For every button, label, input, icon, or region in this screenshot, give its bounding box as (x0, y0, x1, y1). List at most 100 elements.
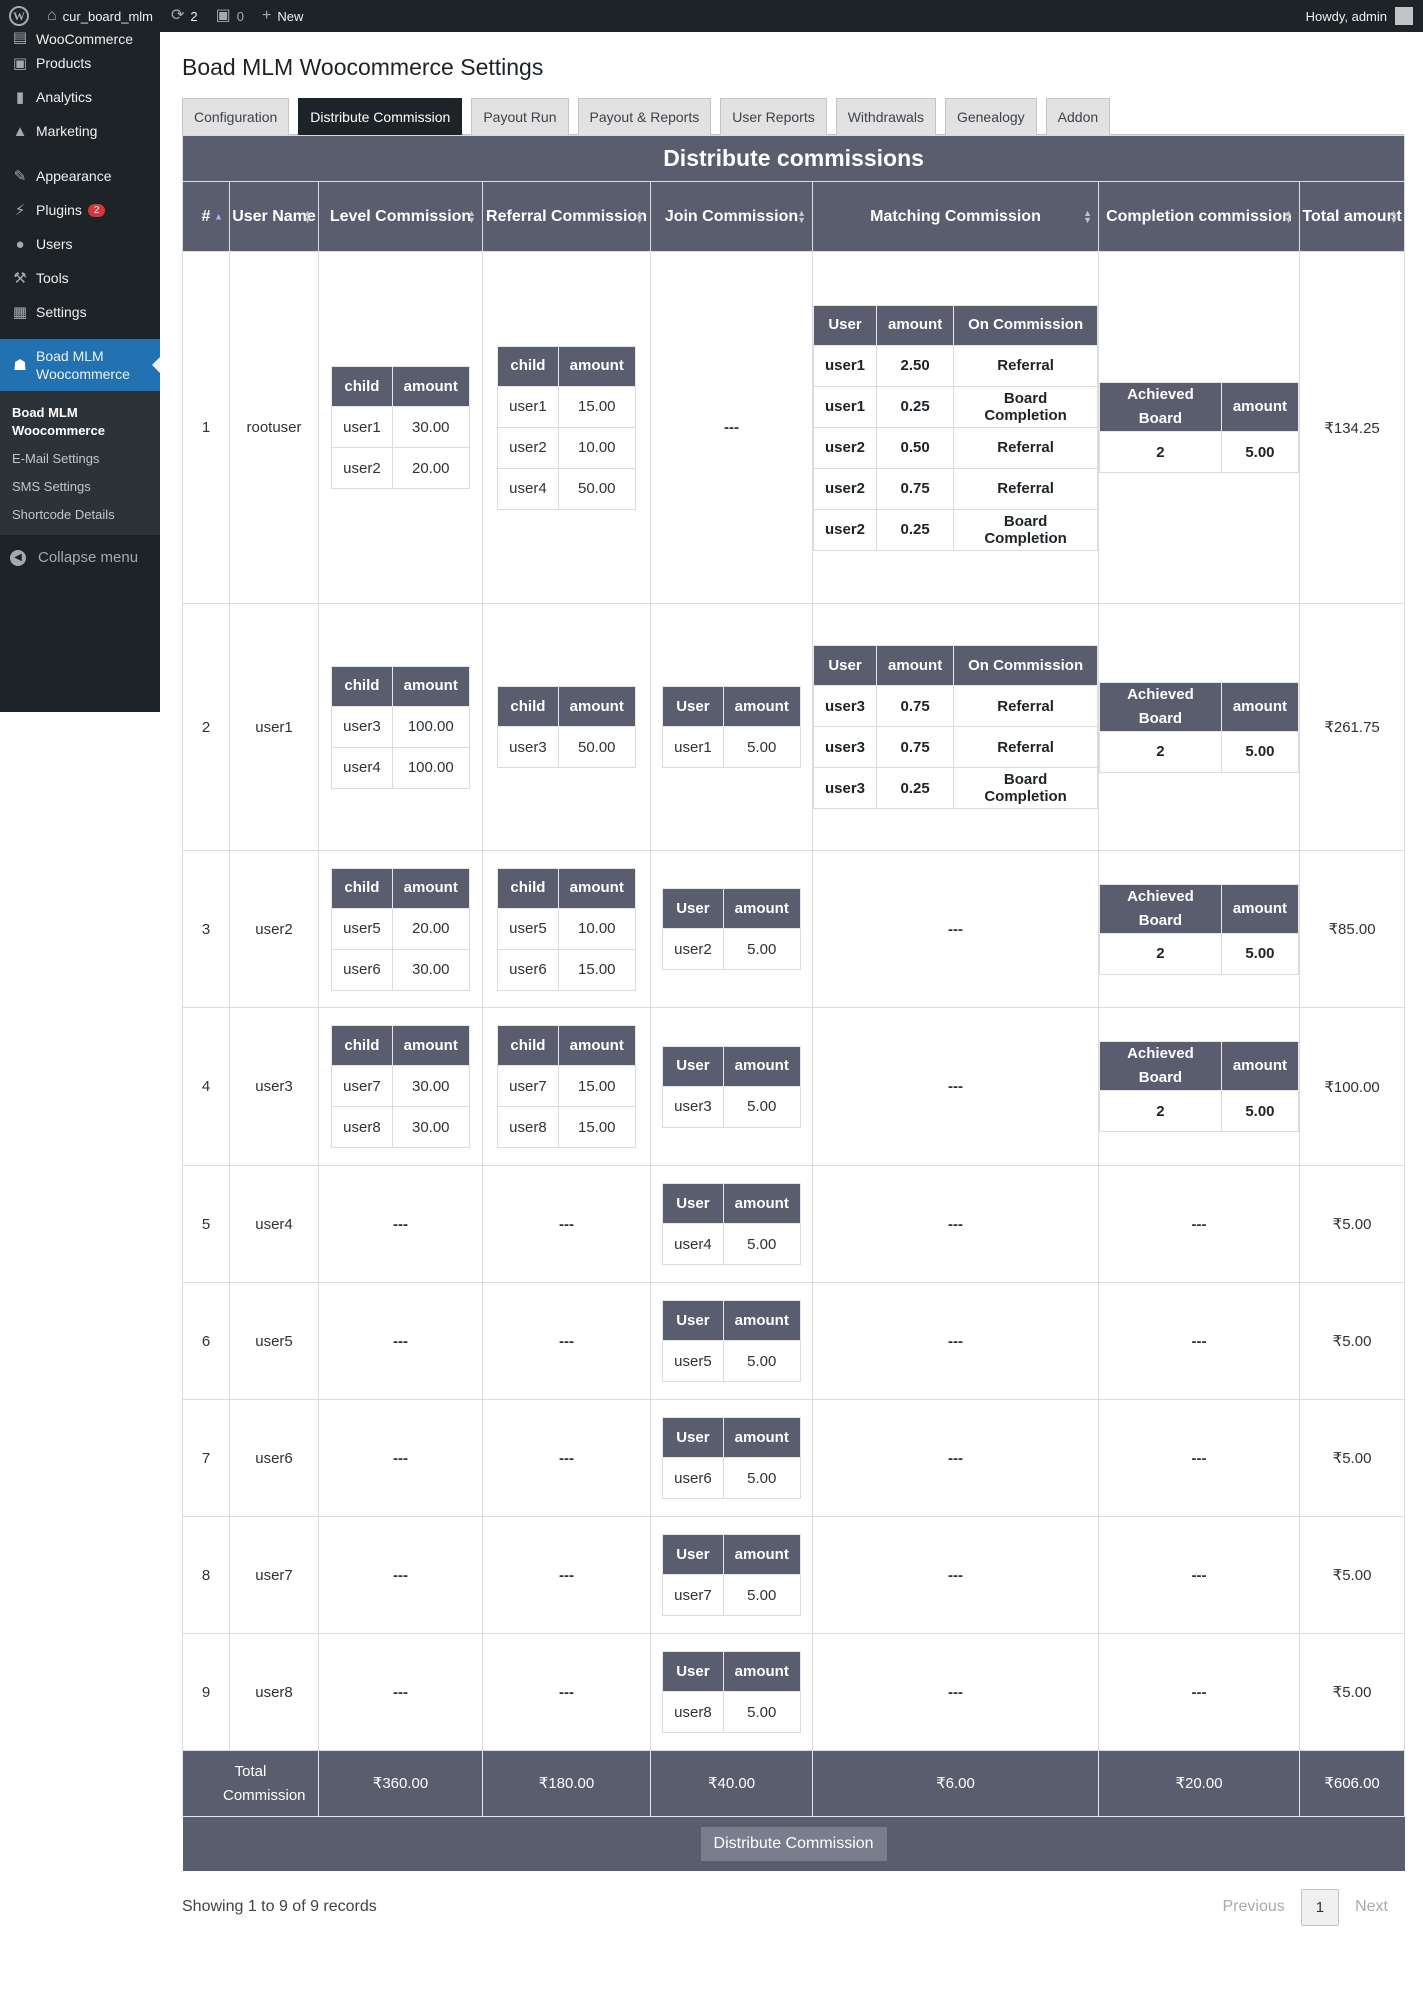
sidebar-item-marketing[interactable]: ▲ Marketing (0, 114, 160, 148)
sidebar-item-products[interactable]: ▣ Products (0, 46, 160, 80)
tab-configuration[interactable]: Configuration (182, 98, 290, 135)
column-header-join-commission[interactable]: Join Commission ▲ ▼ (650, 181, 813, 252)
page-number-button[interactable]: 1 (1300, 1888, 1340, 1926)
sidebar-item-plugins[interactable]: ⚡ Plugins 2 (0, 193, 160, 227)
submenu-item-shortcode-details[interactable]: Shortcode Details (0, 501, 160, 529)
sidebar-item-label: Analytics (36, 89, 93, 105)
join-commission-table: User amount user7 5.00 (662, 1534, 801, 1616)
sidebar-item-label: Products (36, 55, 92, 71)
sidebar-item-label: Plugins (36, 202, 82, 218)
sidebar-item-settings[interactable]: ▦ Settings (0, 295, 160, 329)
inner-row: user5 5.00 (662, 1340, 801, 1382)
site-name: cur_board_mlm (62, 8, 153, 24)
collapse-menu-button[interactable]: ◀ Collapse menu (0, 535, 160, 580)
matching-commission-table: User amount On Commission user1 2.50 Referral… (812, 304, 1098, 551)
level-commission-table: child amount user5 20.00 user6 30.00 (331, 867, 470, 991)
empty-value: --- (948, 1215, 963, 1233)
cell-completion: --- (1098, 1165, 1300, 1283)
column-header-referral-commission[interactable]: Referral Commission ▲ ▼ (482, 181, 651, 252)
inner-row: user3 0.25 Board Completion (812, 767, 1098, 809)
row-total-amount: ₹100.00 (1298, 1007, 1406, 1166)
inner-cell: user3 (331, 705, 393, 748)
submenu-item-boad-mlm[interactable]: Boad MLM Woocommerce (0, 399, 120, 445)
inner-cell: user3 (497, 726, 559, 768)
inner-cell: user2 (812, 508, 878, 551)
inner-cell: user7 (662, 1574, 724, 1616)
row-total-amount: ₹5.00 (1298, 1516, 1406, 1634)
sidebar-item-tools[interactable]: ⚒ Tools (0, 261, 160, 295)
sidebar-current-label-line1: Boad MLM (36, 348, 104, 364)
sidebar-item-users[interactable]: ● Users (0, 227, 160, 261)
inner-cell: 0.75 (876, 685, 955, 727)
tab-payout-reports[interactable]: Payout & Reports (577, 98, 712, 135)
cell-level: child amount user1 30.00 user2 20.00 (318, 251, 483, 604)
new-content-link[interactable]: + New (253, 0, 312, 32)
sidebar-item-boad-mlm[interactable]: ☗ Boad MLM Woocommerce (0, 339, 160, 391)
row-total-amount: ₹5.00 (1298, 1633, 1406, 1751)
tab-distribute-commission[interactable]: Distribute Commission (298, 98, 463, 135)
plugins-update-badge: 2 (87, 203, 106, 217)
inner-cell: Referral (953, 726, 1098, 768)
inner-row: user3 0.75 Referral (812, 685, 1098, 727)
sidebar-submenu: Boad MLM Woocommerce E-Mail Settings SMS… (0, 391, 160, 535)
total-join: ₹40.00 (650, 1750, 813, 1817)
row-number: 9 (182, 1633, 230, 1751)
wordpress-logo-button[interactable]: W (0, 0, 38, 32)
updates-link[interactable]: ⟳ 2 (162, 0, 207, 32)
distribute-commission-button[interactable]: Distribute Commission (700, 1826, 887, 1861)
empty-value: --- (393, 1449, 408, 1467)
cell-join: User amount user7 5.00 (650, 1516, 813, 1634)
account-menu[interactable]: Howdy, admin (1306, 7, 1423, 25)
next-button[interactable]: Next (1339, 1898, 1404, 1916)
sidebar-item-analytics[interactable]: ▮ Analytics (0, 80, 160, 114)
inner-header: child (331, 1025, 393, 1066)
inner-cell: user6 (497, 948, 559, 991)
submenu-item-email-settings[interactable]: E-Mail Settings (0, 445, 160, 473)
inner-cell: user8 (497, 1106, 559, 1148)
completion-commission-table: Achieved Board amount 2 5.00 (1099, 382, 1300, 473)
total-matching: ₹6.00 (812, 1750, 1099, 1817)
new-label: New (277, 8, 304, 24)
submenu-item-sms-settings[interactable]: SMS Settings (0, 473, 160, 501)
inner-cell: 20.00 (391, 907, 470, 950)
column-header-num[interactable]: # ▲ (182, 181, 230, 252)
tools-icon: ⚒ (13, 270, 27, 287)
column-header-matching-commission[interactable]: Matching Commission ▲ ▼ (812, 181, 1099, 252)
empty-value: --- (1191, 1449, 1207, 1467)
inner-row: user8 30.00 (331, 1106, 470, 1148)
empty-value: --- (1191, 1683, 1207, 1701)
tab-withdrawals[interactable]: Withdrawals (835, 98, 936, 135)
tab-user-reports[interactable]: User Reports (720, 98, 827, 135)
column-header-completion-commission[interactable]: Completion commission ▲ ▼ (1098, 181, 1300, 252)
inner-cell: 10.00 (557, 907, 636, 950)
row-user-name: user4 (229, 1165, 319, 1283)
tab-genealogy[interactable]: Genealogy (944, 98, 1037, 135)
referral-commission-table: child amount user7 15.00 user8 15.00 (497, 1025, 636, 1148)
comments-link[interactable]: ▣ 0 (207, 0, 253, 32)
sidebar-item-label: WooCommerce (36, 32, 133, 46)
sort-icon: ▲ ▼ (1083, 207, 1092, 225)
previous-button[interactable]: Previous (1207, 1898, 1301, 1916)
cell-join: User amount user3 5.00 (650, 1007, 813, 1166)
inner-header: child (331, 867, 393, 909)
tab-payout-run[interactable]: Payout Run (471, 98, 569, 135)
cell-join: User amount user6 5.00 (650, 1399, 813, 1517)
products-icon: ▣ (12, 55, 28, 72)
sidebar-item-woocommerce[interactable]: ▤ WooCommerce (0, 32, 160, 46)
inner-row: 2 5.00 (1099, 932, 1300, 975)
inner-header: amount (557, 686, 636, 727)
row-user-name: user3 (229, 1007, 319, 1166)
inner-row: user3 5.00 (662, 1085, 801, 1128)
collapse-label: Collapse menu (38, 549, 139, 566)
tab-addon[interactable]: Addon (1045, 98, 1111, 135)
column-header-user-name[interactable]: User Name ▲ ▼ (229, 181, 319, 252)
inner-cell: user2 (812, 467, 878, 510)
column-header-level-commission[interactable]: Level Commission ▲ ▼ (318, 181, 483, 252)
cell-matching: --- (812, 850, 1099, 1008)
sort-icon: ▲ ▼ (1284, 207, 1293, 225)
sidebar-item-appearance[interactable]: ✎ Appearance (0, 159, 160, 193)
site-name-link[interactable]: ⌂ cur_board_mlm (38, 0, 162, 32)
column-header-total-amount[interactable]: Total amount ▲ ▼ (1298, 181, 1406, 252)
sort-icon: ▲ ▼ (303, 207, 312, 225)
inner-cell: user4 (662, 1223, 724, 1265)
